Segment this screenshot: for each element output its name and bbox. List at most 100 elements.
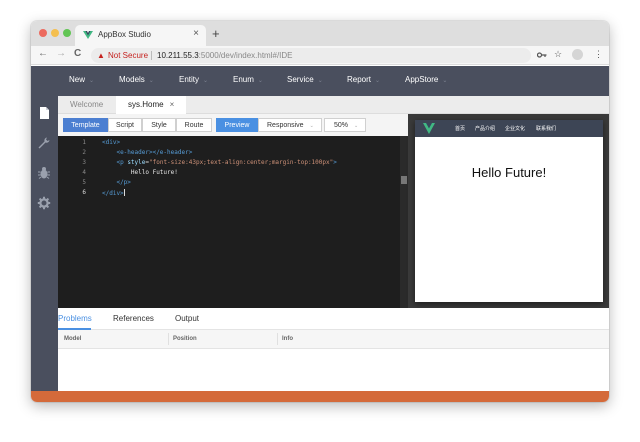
column-header-info[interactable]: Info [282, 336, 293, 342]
line-number: 3 [82, 159, 86, 166]
code-line: <p style="font-size:43px;text-align:cent… [116, 159, 337, 166]
line-number: 4 [82, 169, 86, 176]
tab-close-icon[interactable]: × [170, 100, 175, 109]
view-tab-style[interactable]: Style [142, 118, 176, 132]
menu-report[interactable]: Report ⌄ [347, 75, 380, 84]
menu-service[interactable]: Service ⌄ [287, 75, 323, 84]
preview-nav-products[interactable]: 产品介绍 [475, 125, 495, 132]
preview-button[interactable]: Preview [216, 118, 258, 132]
line-number: 2 [82, 149, 86, 156]
key-icon[interactable] [537, 51, 547, 59]
menu-new[interactable]: New ⌄ [69, 75, 94, 84]
line-number-current: 6 [82, 189, 86, 196]
preview-nav-culture[interactable]: 企业文化 [505, 125, 525, 132]
code-line: <e-header></e-header> [116, 149, 193, 156]
warning-icon: ▲ [97, 51, 105, 60]
browser-menu-icon[interactable]: ⋮ [594, 49, 603, 60]
tab-output[interactable]: Output [175, 314, 199, 323]
tab-welcome-label: Welcome [70, 100, 104, 109]
menu-appstore-label: AppStore [405, 75, 439, 84]
preview-nav-contact[interactable]: 联系我们 [536, 125, 556, 132]
browser-tab-close-icon[interactable]: × [193, 28, 199, 39]
column-divider [168, 333, 169, 345]
browser-tab-strip: AppBox Studio × + [31, 21, 609, 46]
code-editor[interactable]: 1 2 3 4 5 6 <div> <e-header></e-header> … [58, 136, 400, 308]
menu-entity[interactable]: Entity ⌄ [179, 75, 208, 84]
tab-sys-home[interactable]: sys.Home × [116, 96, 187, 114]
back-button[interactable]: ← [38, 48, 48, 59]
column-header-model[interactable]: Model [64, 336, 81, 342]
column-header-position[interactable]: Position [173, 336, 197, 342]
code-line: <div> [102, 139, 121, 146]
chevron-down-icon: ⌄ [442, 78, 448, 84]
line-number-gutter: 1 2 3 4 5 6 [58, 136, 94, 308]
reload-button[interactable]: C [74, 48, 81, 59]
column-divider [277, 333, 278, 345]
new-tab-button[interactable]: + [212, 26, 220, 41]
menu-models-label: Models [119, 75, 145, 84]
menu-enum[interactable]: Enum ⌄ [233, 75, 263, 84]
browser-tab-title: AppBox Studio [98, 30, 151, 39]
tab-references[interactable]: References [113, 314, 154, 323]
preview-frame[interactable]: 首页 产品介绍 企业文化 联系我们 Hello Future! [415, 120, 603, 302]
wrench-icon[interactable] [37, 136, 51, 150]
close-window-button[interactable] [39, 29, 47, 37]
activity-sidebar [31, 96, 58, 391]
bottom-panel-tabs: Problems References Output [58, 308, 609, 330]
view-tab-script[interactable]: Script [108, 118, 142, 132]
menu-report-label: Report [347, 75, 372, 84]
menu-enum-label: Enum [233, 75, 254, 84]
designer-toolbar: Template Script Style Route Preview Resp… [58, 114, 408, 136]
profile-avatar[interactable] [572, 49, 583, 60]
preview-pane: 首页 产品介绍 企业文化 联系我们 Hello Future! [408, 114, 609, 308]
url-text[interactable]: 10.211.55.3:5000/dev/index.html#/IDE [157, 48, 293, 63]
gear-icon[interactable] [37, 196, 51, 210]
menu-appstore[interactable]: AppStore ⌄ [405, 75, 447, 84]
browser-window: AppBox Studio × + ← → C ▲ Not Secure 10.… [31, 21, 609, 402]
bug-icon[interactable] [37, 166, 51, 180]
chevron-down-icon: ⌄ [203, 78, 209, 84]
view-tab-route[interactable]: Route [176, 118, 212, 132]
chevron-down-icon: ⌄ [354, 123, 359, 129]
maximize-window-button[interactable] [63, 29, 71, 37]
line-number: 1 [82, 139, 86, 146]
preview-hello-text: Hello Future! [471, 165, 547, 180]
device-select-value: Responsive [267, 122, 304, 129]
address-divider [151, 51, 152, 60]
problems-table-header: Model Position Info [58, 330, 609, 349]
zoom-select-value: 50% [334, 122, 349, 129]
address-bar[interactable]: ▲ Not Secure 10.211.55.3:5000/dev/index.… [91, 48, 531, 63]
tab-problems[interactable]: Problems [58, 314, 92, 323]
tab-welcome[interactable]: Welcome [58, 96, 115, 114]
vue-logo-icon [423, 123, 435, 134]
editor-tab-strip: Welcome sys.Home × [58, 96, 609, 114]
code-line: </p> [116, 179, 131, 186]
code-line: </div> [102, 189, 125, 197]
menu-new-label: New [69, 75, 86, 84]
chevron-down-icon: ⌄ [89, 78, 95, 84]
security-status[interactable]: Not Secure [108, 48, 148, 63]
bottom-panel: Problems References Output Model Positio… [58, 308, 609, 391]
device-select[interactable]: Responsive ⌄ [258, 118, 322, 132]
menu-models[interactable]: Models ⌄ [119, 75, 154, 84]
editor-scrollbar[interactable] [400, 136, 408, 308]
url-path: :5000/dev/index.html#/IDE [198, 51, 293, 60]
chevron-down-icon: ⌄ [148, 78, 154, 84]
zoom-select[interactable]: 50% ⌄ [324, 118, 366, 132]
status-bar [31, 391, 609, 402]
top-menu-bar: New ⌄ Models ⌄ Entity ⌄ Enum ⌄ Service ⌄ Repo… [31, 66, 609, 96]
vue-logo-icon [83, 31, 93, 39]
chevron-down-icon: ⌄ [375, 78, 381, 84]
minimize-window-button[interactable] [51, 29, 59, 37]
preview-nav-home[interactable]: 首页 [455, 125, 465, 132]
code-line: Hello Future! [130, 169, 178, 176]
address-toolbar: ← → C ▲ Not Secure 10.211.55.3:5000/dev/… [31, 46, 609, 65]
star-icon[interactable]: ☆ [554, 49, 562, 60]
file-icon[interactable] [37, 106, 51, 120]
browser-tab-appbox[interactable]: AppBox Studio × [75, 25, 206, 46]
preview-header: 首页 产品介绍 企业文化 联系我们 [415, 120, 603, 137]
forward-button[interactable]: → [56, 48, 66, 59]
view-tab-template[interactable]: Template [63, 118, 108, 132]
tab-sys-home-label: sys.Home [128, 100, 164, 109]
editor-scrollbar-thumb[interactable] [401, 176, 407, 184]
